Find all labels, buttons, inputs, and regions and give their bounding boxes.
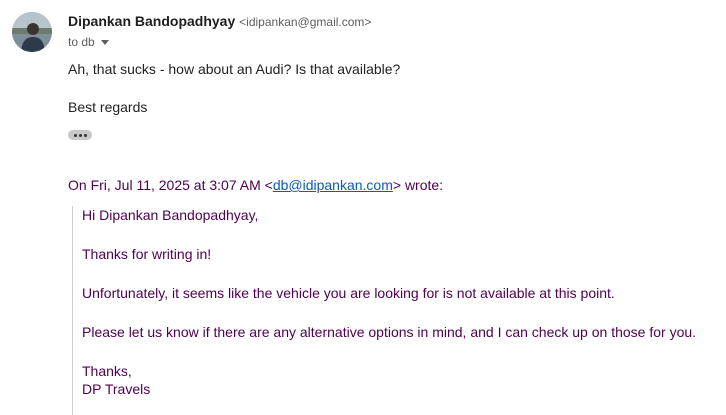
message-body: Ah, that sucks - how about an Audi? Is t…: [68, 60, 708, 116]
quoted-sender-email-link[interactable]: db@idipankan.com: [273, 177, 393, 193]
sender-name[interactable]: Dipankan Bandopadhyay: [68, 13, 235, 29]
sender-email: <idipankan@gmail.com>: [239, 15, 372, 29]
body-text: Ah, that sucks - how about an Audi? Is t…: [68, 61, 401, 77]
email-message: Dipankan Bandopadhyay <idipankan@gmail.c…: [0, 0, 726, 415]
quote-attribution-suffix: > wrote:: [392, 177, 444, 193]
body-signoff: Best regards: [68, 99, 148, 115]
quoted-message: Hi Dipankan Bandopadhyay, Thanks for wri…: [72, 206, 712, 415]
ellipsis-icon: [73, 133, 77, 137]
sender-line: Dipankan Bandopadhyay <idipankan@gmail.c…: [68, 12, 371, 31]
recipient-text: to db: [68, 35, 95, 49]
avatar[interactable]: [12, 12, 52, 52]
quote-attribution-prefix: On Fri, Jul 11, 2025 at 3:07 AM <: [68, 177, 273, 193]
quoted-thanks: Thanks for writing in!: [82, 246, 212, 262]
quoted-closing: Thanks,: [82, 363, 132, 379]
quoted-unavailable: Unfortunately, it seems like the vehicle…: [82, 285, 615, 301]
quoted-greeting: Hi Dipankan Bandopadhyay,: [82, 207, 259, 223]
quoted-signature: DP Travels: [82, 381, 151, 397]
show-trimmed-content-button[interactable]: [68, 130, 92, 140]
quote-attribution: On Fri, Jul 11, 2025 at 3:07 AM <db@idip…: [68, 176, 443, 194]
avatar-photo-icon: [12, 12, 52, 52]
recipient-line[interactable]: to db: [68, 35, 371, 49]
chevron-down-icon[interactable]: [100, 40, 109, 45]
quoted-options: Please let us know if there are any alte…: [82, 324, 697, 340]
message-header: Dipankan Bandopadhyay <idipankan@gmail.c…: [68, 12, 371, 49]
